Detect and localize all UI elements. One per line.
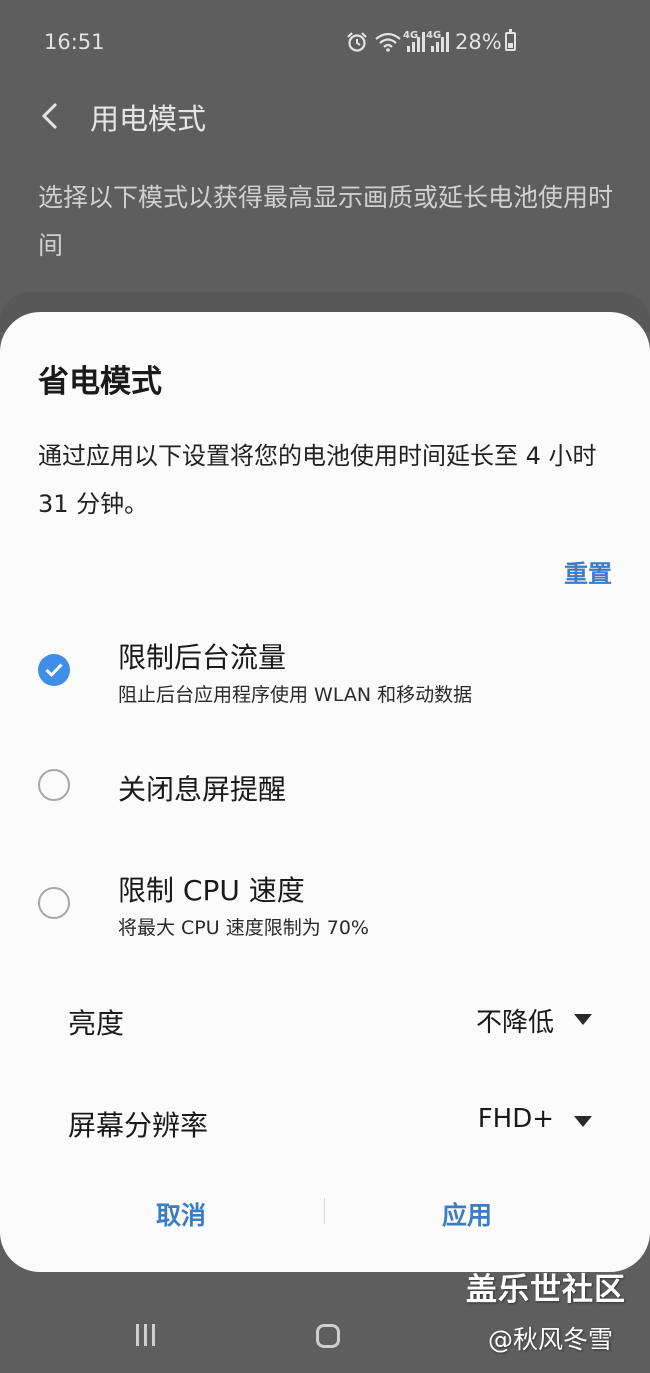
mode-description: 选择以下模式以获得最高显示画质或延长电池使用时间 bbox=[38, 183, 614, 260]
option-subtitle: 将最大 CPU 速度限制为 70% bbox=[118, 917, 369, 939]
dialog-description: 通过应用以下设置将您的电池使用时间延长至 4 小时 31 分钟。 bbox=[38, 442, 597, 518]
option-limit-cpu-speed[interactable]: 限制 CPU 速度 将最大 CPU 速度限制为 70% bbox=[0, 867, 650, 947]
option-title: 限制后台流量 bbox=[118, 641, 287, 674]
battery-icon bbox=[505, 29, 516, 51]
dialog-title: 省电模式 bbox=[38, 364, 162, 400]
watermark-community: 盖乐世社区 bbox=[466, 1272, 626, 1308]
option-subtitle: 阻止后台应用程序使用 WLAN 和移动数据 bbox=[118, 684, 473, 706]
reset-button[interactable]: 重置 bbox=[564, 554, 612, 589]
recent-apps-icon[interactable] bbox=[134, 1324, 158, 1346]
power-saving-dialog: 省电模式 通过应用以下设置将您的电池使用时间延长至 4 小时 31 分钟。 重置… bbox=[0, 312, 650, 1272]
home-icon[interactable] bbox=[316, 1324, 340, 1348]
watermark-author: @秋风冬雪 bbox=[488, 1325, 614, 1354]
back-arrow-icon[interactable] bbox=[36, 98, 72, 134]
setting-value[interactable]: FHD+ bbox=[478, 1104, 554, 1134]
option-restrict-background-data[interactable]: 限制后台流量 阻止后台应用程序使用 WLAN 和移动数据 bbox=[0, 632, 650, 712]
wifi-icon bbox=[375, 32, 401, 57]
option-title: 关闭息屏提醒 bbox=[118, 773, 287, 806]
dropdown-arrow-icon[interactable] bbox=[574, 1014, 592, 1025]
signal-icon bbox=[429, 32, 449, 57]
option-turn-off-always-on-display[interactable]: 关闭息屏提醒 bbox=[0, 764, 650, 824]
setting-label: 亮度 bbox=[68, 1007, 125, 1040]
checkbox-unchecked-icon[interactable] bbox=[38, 769, 70, 801]
checkbox-checked-icon[interactable] bbox=[38, 654, 70, 686]
cancel-button[interactable]: 取消 bbox=[156, 1196, 206, 1232]
status-bar: 16:51 4G 4G 28% bbox=[0, 0, 650, 84]
app-header: 用电模式 bbox=[0, 84, 650, 154]
checkbox-unchecked-icon[interactable] bbox=[38, 887, 70, 919]
setting-value[interactable]: 不降低 bbox=[476, 1002, 554, 1039]
setting-screen-resolution[interactable]: 屏幕分辨率 FHD+ bbox=[0, 1098, 650, 1158]
battery-percentage: 28% bbox=[455, 30, 502, 54]
signal-icon bbox=[405, 32, 425, 57]
setting-brightness[interactable]: 亮度 不降低 bbox=[0, 996, 650, 1056]
setting-label: 屏幕分辨率 bbox=[68, 1109, 209, 1142]
option-title: 限制 CPU 速度 bbox=[118, 874, 305, 907]
button-divider bbox=[324, 1198, 325, 1224]
apply-button[interactable]: 应用 bbox=[442, 1196, 492, 1232]
alarm-icon bbox=[346, 31, 368, 58]
status-time: 16:51 bbox=[44, 30, 105, 54]
dropdown-arrow-icon[interactable] bbox=[574, 1116, 592, 1127]
page-title: 用电模式 bbox=[90, 102, 207, 136]
